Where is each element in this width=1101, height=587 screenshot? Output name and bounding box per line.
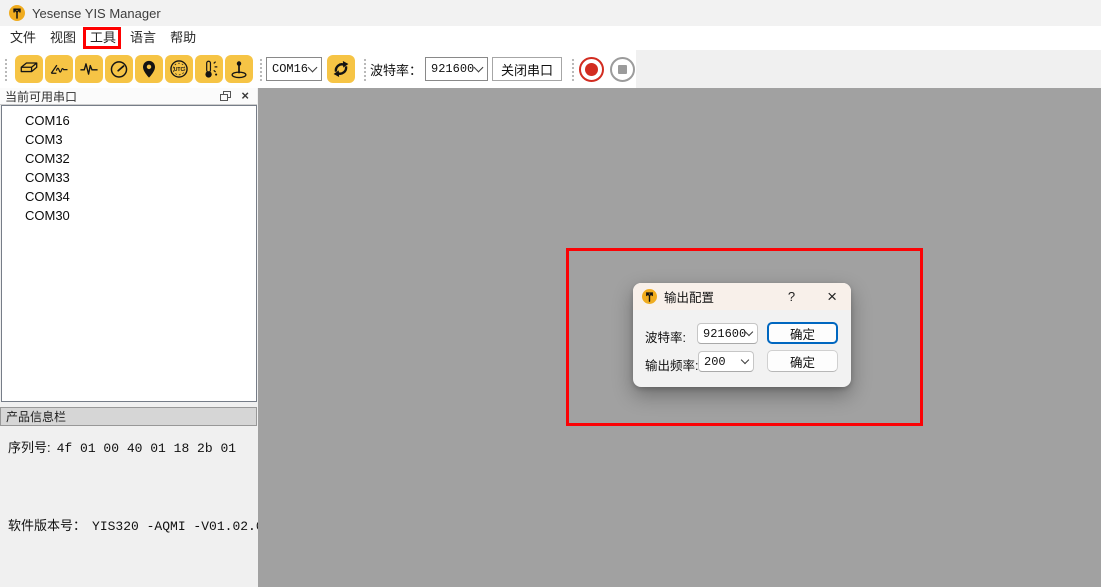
cube-3d-button[interactable] bbox=[15, 55, 43, 83]
list-item-port[interactable]: COM3 bbox=[2, 130, 256, 149]
dock-float-button[interactable] bbox=[220, 91, 231, 102]
list-item-port[interactable]: COM34 bbox=[2, 187, 256, 206]
dock-header: 当前可用串口 × bbox=[0, 88, 257, 105]
utc-clock-button[interactable]: UTC bbox=[165, 55, 193, 83]
product-info-area: 序列号:4f 01 00 40 01 18 2b 01 软件版本号：YIS320… bbox=[0, 426, 258, 587]
dock-title: 当前可用串口 bbox=[5, 88, 220, 105]
baud-rate-label: 波特率： bbox=[370, 60, 422, 79]
software-version-line: 软件版本号： YIS320 -AQMI -V01.02.03; bbox=[8, 515, 279, 534]
cube-3d-icon bbox=[17, 57, 41, 81]
baud-rate-select[interactable]: 921600 bbox=[425, 57, 488, 81]
product-info-header: 产品信息栏 bbox=[0, 407, 257, 426]
location-button[interactable] bbox=[135, 55, 163, 83]
dialog-frequency-label: 输出频率: bbox=[645, 355, 698, 374]
refresh-ports-icon bbox=[329, 57, 353, 81]
utc-clock-icon: UTC bbox=[167, 57, 191, 81]
location-pin-icon bbox=[137, 57, 161, 81]
chevron-down-icon bbox=[474, 62, 484, 72]
dialog-titlebar: 输出配置 ? × bbox=[633, 283, 851, 310]
dialog-baud-label: 波特率: bbox=[645, 327, 686, 346]
waveform-icon bbox=[77, 57, 101, 81]
output-config-dialog: 输出配置 ? × 波特率: 921600 确定 输出频率: 200 确定 bbox=[633, 283, 851, 387]
gauge-icon bbox=[107, 57, 131, 81]
stop-button[interactable] bbox=[610, 57, 635, 82]
list-item-port[interactable]: COM33 bbox=[2, 168, 256, 187]
float-window-icon bbox=[220, 91, 231, 102]
thermometer-icon bbox=[197, 57, 221, 81]
dialog-help-button[interactable]: ? bbox=[788, 289, 795, 304]
svg-text:UTC: UTC bbox=[174, 67, 185, 73]
waveform-button[interactable] bbox=[75, 55, 103, 83]
close-serial-port-button[interactable]: 关闭串口 bbox=[492, 57, 562, 81]
window-title: Yesense YIS Manager bbox=[32, 6, 161, 21]
port-select[interactable]: COM16 bbox=[266, 57, 322, 81]
chevron-down-icon bbox=[741, 356, 749, 364]
toolbar-grip-handle[interactable] bbox=[362, 57, 366, 81]
chevron-down-icon bbox=[308, 62, 318, 72]
stop-icon bbox=[618, 65, 627, 74]
menu-item-help[interactable]: 帮助 bbox=[163, 26, 203, 50]
list-item-port[interactable]: COM32 bbox=[2, 149, 256, 168]
menu-item-view[interactable]: 视图 bbox=[43, 26, 83, 50]
toolbar-grip-handle[interactable] bbox=[258, 57, 262, 81]
list-item-port[interactable]: COM16 bbox=[2, 111, 256, 130]
angle-waveform-button[interactable] bbox=[45, 55, 73, 83]
toolbar-grip-handle[interactable] bbox=[3, 57, 7, 81]
angle-waveform-icon bbox=[47, 57, 71, 81]
dialog-title: 输出配置 bbox=[664, 287, 788, 306]
app-logo-icon bbox=[9, 5, 25, 21]
software-version-value: YIS320 -AQMI -V01.02.03; bbox=[92, 519, 279, 534]
menu-item-file[interactable]: 文件 bbox=[3, 26, 43, 50]
toolbar: UTC COM16 bbox=[0, 50, 1101, 88]
dialog-frequency-ok-button[interactable]: 确定 bbox=[767, 350, 838, 372]
record-icon bbox=[585, 63, 598, 76]
dialog-close-button[interactable]: × bbox=[827, 290, 837, 304]
gauge-button[interactable] bbox=[105, 55, 133, 83]
tools-menu-annotation-box bbox=[83, 27, 121, 49]
refresh-ports-button[interactable] bbox=[327, 55, 355, 83]
menu-item-language[interactable]: 语言 bbox=[123, 26, 163, 50]
dialog-logo-icon bbox=[642, 289, 657, 304]
dialog-baud-select[interactable]: 921600 bbox=[697, 323, 758, 344]
dialog-frequency-select[interactable]: 200 bbox=[698, 351, 754, 372]
toolbar-sections: UTC COM16 bbox=[0, 50, 636, 88]
serial-number-label: 序列号: bbox=[8, 440, 51, 455]
serial-number-value: 4f 01 00 40 01 18 2b 01 bbox=[57, 441, 236, 456]
port-select-value: COM16 bbox=[272, 62, 308, 76]
serial-port-dock-panel: 当前可用串口 × COM16 COM3 COM32 COM33 COM34 CO… bbox=[0, 88, 258, 587]
record-button[interactable] bbox=[579, 57, 604, 82]
serial-number-line: 序列号: 4f 01 00 40 01 18 2b 01 bbox=[8, 437, 236, 456]
chevron-down-icon bbox=[745, 328, 753, 336]
dialog-baud-ok-button[interactable]: 确定 bbox=[767, 322, 838, 344]
list-item-port[interactable]: COM30 bbox=[2, 206, 256, 225]
dialog-frequency-value: 200 bbox=[704, 355, 726, 369]
dock-close-button[interactable]: × bbox=[241, 91, 249, 101]
toolbar-grip-handle[interactable] bbox=[570, 57, 574, 81]
temperature-button[interactable] bbox=[195, 55, 223, 83]
joystick-icon bbox=[227, 57, 251, 81]
window-titlebar: Yesense YIS Manager bbox=[0, 0, 1101, 26]
menubar: 文件 视图 工具 语言 帮助 bbox=[0, 26, 1101, 50]
dialog-baud-value: 921600 bbox=[703, 327, 746, 341]
baud-rate-select-value: 921600 bbox=[431, 62, 474, 76]
joystick-button[interactable] bbox=[225, 55, 253, 83]
software-version-label: 软件版本号： bbox=[8, 518, 86, 533]
tool-icon-group: UTC bbox=[15, 55, 253, 83]
available-ports-list: COM16 COM3 COM32 COM33 COM34 COM30 bbox=[1, 105, 257, 402]
